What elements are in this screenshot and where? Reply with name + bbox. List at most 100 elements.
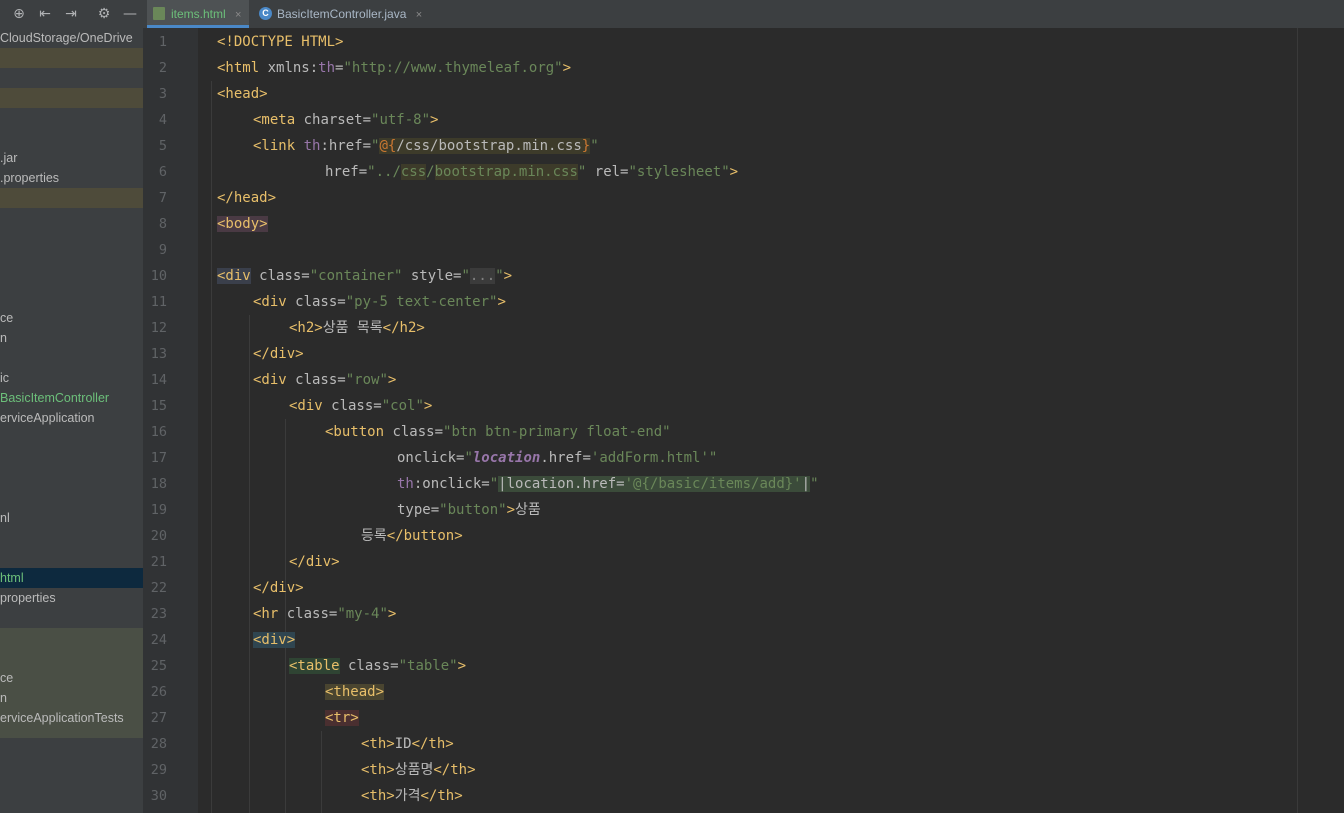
tab-basic-item-controller[interactable]: C BasicItemController.java × xyxy=(255,0,430,28)
string: " xyxy=(489,476,499,492)
tree-item-test-service[interactable]: ce xyxy=(0,668,143,688)
tab-items-html[interactable]: items.html × xyxy=(147,0,250,28)
code-line[interactable]: <head> xyxy=(217,81,268,107)
code-line[interactable]: <hr class="my-4"> xyxy=(253,601,396,627)
text: 상품 목록 xyxy=(322,320,383,336)
namespace: th xyxy=(295,138,321,154)
tree-item-highlight[interactable] xyxy=(0,88,143,108)
tag: <div xyxy=(217,268,251,284)
tab-label: items.html xyxy=(171,7,226,21)
code-line[interactable]: <th>ID</th> xyxy=(361,731,454,757)
tag: <h2> xyxy=(289,320,323,336)
namespace: th xyxy=(397,476,414,492)
code-line[interactable]: onclick="location.href='addForm.html'" xyxy=(397,445,717,471)
code-line[interactable]: </head> xyxy=(217,185,276,211)
tree-item-highlight[interactable] xyxy=(0,48,143,68)
string: " xyxy=(708,450,718,466)
expression: } xyxy=(581,138,591,154)
line-number: 12 xyxy=(150,320,167,336)
tree-item-service[interactable]: ce xyxy=(0,308,143,328)
code-editor[interactable]: <!DOCTYPE HTML> <html xmlns:th="http://w… xyxy=(198,28,1344,813)
tag: <div xyxy=(253,372,287,388)
tree-item-html-folder[interactable]: nl xyxy=(0,508,143,528)
code-line[interactable]: href="../css/bootstrap.min.css" rel="sty… xyxy=(325,159,738,185)
java-class-icon: C xyxy=(259,7,272,20)
js-string: '@{/basic/items/add}' xyxy=(624,476,802,492)
code-line[interactable]: <meta charset="utf-8"> xyxy=(253,107,438,133)
locate-icon[interactable]: ⊕ xyxy=(10,5,28,23)
line-number: 11 xyxy=(150,294,167,310)
collapse-all-icon[interactable]: ⇥ xyxy=(62,5,80,23)
string: "../ xyxy=(367,164,401,180)
tag: </th> xyxy=(420,788,463,804)
tree-item-properties[interactable]: .properties xyxy=(0,168,143,188)
line-number: 15 xyxy=(150,398,167,414)
tag: </th> xyxy=(411,736,454,752)
js-code: .href= xyxy=(540,450,591,466)
attr: class= xyxy=(384,424,444,440)
hide-panel-icon[interactable]: — xyxy=(121,5,139,23)
code-line[interactable]: </div> xyxy=(253,341,304,367)
code-line[interactable]: <th>가격</th> xyxy=(361,783,463,809)
tree-item-service-application[interactable]: erviceApplication xyxy=(0,408,143,428)
tree-item-application-properties[interactable]: properties xyxy=(0,588,143,608)
project-panel-toolbar: ⊕ ⇤ ⇥ ⚙ — xyxy=(0,0,143,28)
code-line[interactable]: <button class="btn btn-primary float-end… xyxy=(325,419,671,445)
code-line[interactable]: <body> xyxy=(217,211,268,237)
tree-item-highlight[interactable] xyxy=(0,188,143,208)
tag: > xyxy=(387,372,397,388)
indent-guide xyxy=(321,731,322,813)
close-icon[interactable]: × xyxy=(416,9,422,21)
tree-item-project-path[interactable]: CloudStorage/OneDrive xyxy=(0,28,143,48)
code-line[interactable]: <div class="col"> xyxy=(289,393,432,419)
expand-all-icon[interactable]: ⇤ xyxy=(36,5,54,23)
line-number: 24 xyxy=(150,632,167,648)
gear-icon[interactable]: ⚙ xyxy=(95,5,113,23)
tree-item-service-application-tests[interactable]: erviceApplicationTests xyxy=(0,708,143,728)
tag: > xyxy=(506,502,516,518)
tree-item-test-domain[interactable]: n xyxy=(0,688,143,708)
tab-label: BasicItemController.java xyxy=(277,7,407,21)
indent-guide xyxy=(249,315,250,813)
code-line[interactable]: </div> xyxy=(253,575,304,601)
code-line[interactable]: </div> xyxy=(289,549,340,575)
tag: <link xyxy=(253,138,296,154)
line-number: 14 xyxy=(150,372,167,388)
path: /css/ xyxy=(396,138,439,154)
code-line[interactable]: <div class="row"> xyxy=(253,367,396,393)
line-number: 27 xyxy=(150,710,167,726)
code-line[interactable]: <div class="container" style="..."> xyxy=(217,263,512,289)
tree-item-domain[interactable]: n xyxy=(0,328,143,348)
tag: <body> xyxy=(217,216,268,232)
tag: <div xyxy=(253,294,287,310)
string: " xyxy=(461,268,470,284)
tag: > xyxy=(387,606,397,622)
code-line[interactable]: type="button">상품 xyxy=(397,497,541,523)
tree-item-basic-item-controller[interactable]: BasicItemController xyxy=(0,388,143,408)
code-line[interactable]: <html xmlns:th="http://www.thymeleaf.org… xyxy=(217,55,571,81)
code-line[interactable]: <div> xyxy=(253,627,296,653)
tree-item-items-html[interactable]: html xyxy=(0,568,143,588)
code-line[interactable]: th:onclick="|location.href='@{/basic/ite… xyxy=(397,471,819,497)
line-number: 8 xyxy=(158,216,167,232)
code-line[interactable]: <div class="py-5 text-center"> xyxy=(253,289,506,315)
string: "row" xyxy=(345,372,388,388)
line-number: 7 xyxy=(158,190,167,206)
code-line[interactable]: <!DOCTYPE HTML> xyxy=(217,29,343,55)
code-line[interactable]: <tr> xyxy=(325,705,359,731)
code-line[interactable]: <thead> xyxy=(325,679,385,705)
tree-item-jar[interactable]: .jar xyxy=(0,148,143,168)
code-line[interactable]: <h2>상품 목록</h2> xyxy=(289,315,425,341)
tag: <table xyxy=(289,658,340,674)
tag: <th> xyxy=(361,762,395,778)
close-icon[interactable]: × xyxy=(235,9,241,21)
attr: xmlns: xyxy=(259,60,319,76)
folded-placeholder[interactable]: ... xyxy=(469,268,496,284)
attr: :onclick= xyxy=(413,476,490,492)
attr: :href= xyxy=(320,138,372,154)
code-line[interactable]: <th>상품명</th> xyxy=(361,757,476,783)
code-line[interactable]: 등록</button> xyxy=(361,523,463,549)
code-line[interactable]: <link th:href= " @{/css/bootstrap.min.css}… xyxy=(253,133,599,159)
code-line[interactable]: <table class="table"> xyxy=(289,653,466,679)
tree-item-basic[interactable]: ic xyxy=(0,368,143,388)
